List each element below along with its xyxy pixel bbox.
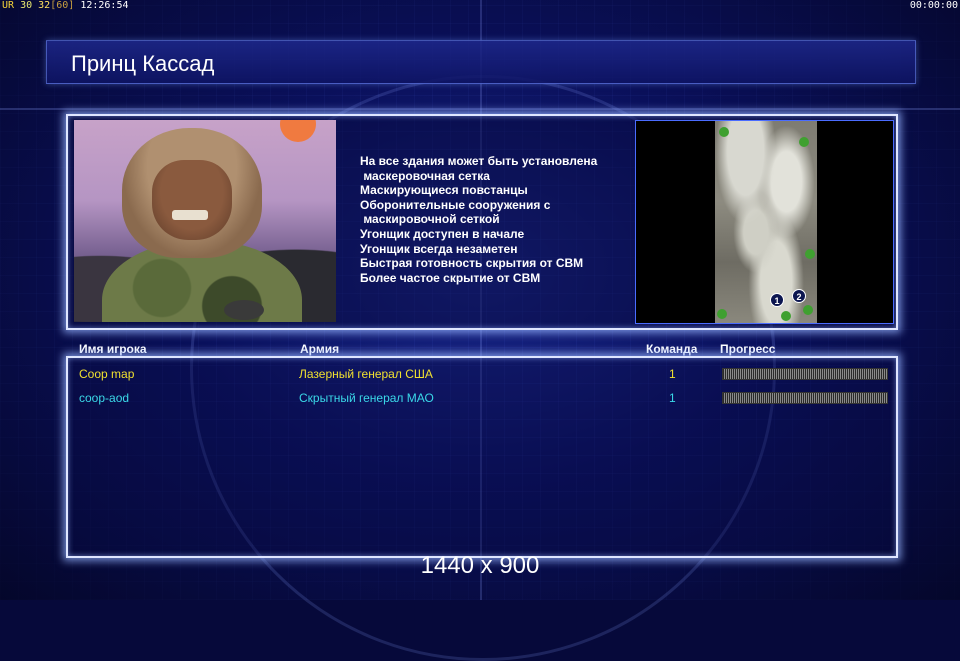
description-line: Угонщик всегда незаметен [360, 241, 518, 256]
column-header-progress: Прогресс [720, 342, 776, 356]
table-row[interactable]: coop-aod Скрытный генерал МАО 1 [68, 388, 896, 408]
player-army: Скрытный генерал МАО [299, 391, 434, 405]
player-progress-bar [722, 368, 888, 380]
general-info-panel: На все здания может быть установлена мас… [66, 114, 898, 330]
description-line: На все здания может быть установлена [360, 154, 598, 168]
description-line: Более частое скрытие от СВМ [360, 270, 541, 285]
column-header-army: Армия [300, 342, 340, 356]
column-header-player: Имя игрока [79, 342, 147, 356]
player-team: 1 [669, 391, 676, 405]
description-line: маскировочной сеткой [360, 212, 500, 227]
player-team: 1 [669, 367, 676, 381]
hud-value-2: 32 [38, 0, 51, 11]
hud-ur-label: UR [2, 0, 15, 11]
general-portrait [74, 120, 336, 322]
map-spawn-1: 1 [770, 293, 784, 307]
map-tree [781, 311, 791, 321]
hud-timer: 00:00:00 [909, 0, 958, 11]
player-army: Лазерный генерал США [299, 367, 433, 381]
player-list: Coop map Лазерный генерал США 1 coop-aod… [66, 356, 898, 558]
portrait-face [152, 160, 232, 240]
table-row[interactable]: Coop map Лазерный генерал США 1 [68, 364, 896, 384]
portrait-sun [280, 120, 316, 142]
map-tree [719, 127, 729, 137]
map-tree [717, 309, 727, 319]
portrait-teeth [172, 210, 208, 220]
description-line: маскеровочная сетка [360, 168, 490, 183]
map-tree [805, 249, 815, 259]
hud-value-1: 30 [20, 0, 33, 11]
column-header-team: Команда [646, 342, 698, 356]
hud-value-3: [60] [50, 0, 75, 11]
description-line: Угонщик доступен в начале [360, 226, 525, 241]
portrait-weapon [224, 300, 264, 320]
page-title: Принц Кассад [71, 51, 215, 76]
map-preview: 1 2 [635, 120, 894, 324]
general-description: На все здания может быть установлена мас… [360, 154, 630, 285]
description-line: Оборонительные сооружения с [360, 197, 551, 212]
description-line: Быстрая готовность скрытия от СВМ [360, 256, 584, 271]
player-name: Coop map [79, 367, 135, 381]
map-tree [799, 137, 809, 147]
map-terrain: 1 2 [715, 121, 817, 323]
resolution-label: 1440 x 900 [420, 552, 540, 579]
map-tree [803, 305, 813, 315]
title-bar: Принц Кассад [46, 40, 916, 84]
hud-stats: UR 30 32[60] 12:26:54 [2, 0, 129, 11]
map-spawn-2: 2 [792, 289, 806, 303]
player-progress-bar [722, 392, 888, 404]
player-name: coop-aod [79, 391, 130, 405]
hud-clock: 12:26:54 [80, 0, 129, 11]
description-line: Маскирующиеся повстанцы [360, 183, 528, 198]
